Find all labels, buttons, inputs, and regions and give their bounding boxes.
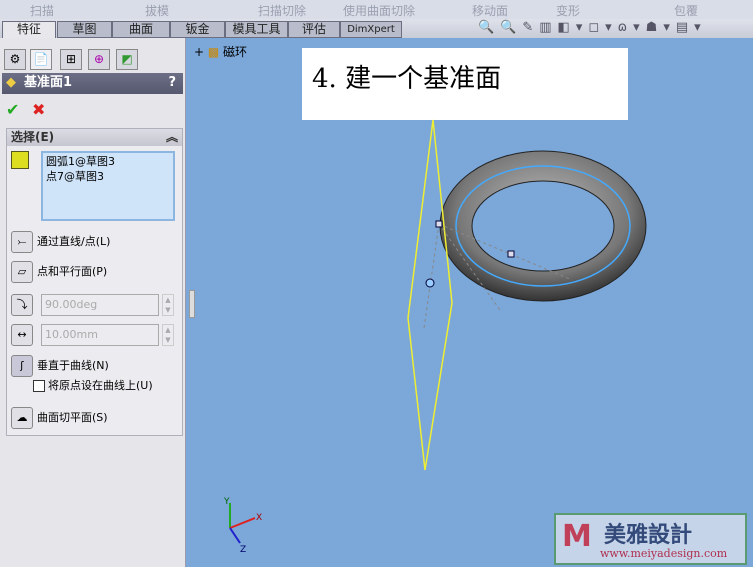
torus: [439, 150, 647, 302]
checkbox[interactable]: [33, 380, 45, 392]
triad: [229, 503, 256, 544]
option-label: 通过直线/点(L): [37, 235, 111, 248]
command-bar: 扫描 拔模 扫描切除 使用曲面切除 移动面 变形 包覆: [0, 0, 753, 19]
logo-mark: M: [562, 519, 592, 554]
angle-icon: ⤵: [11, 294, 33, 316]
collapse-icon[interactable]: ︽: [166, 129, 178, 145]
distance-icon: ↔: [11, 324, 33, 346]
arc-curve: [455, 165, 631, 287]
feature-tree-tab-icon[interactable]: ⚙: [4, 49, 26, 70]
surface-icon: ☁: [11, 407, 33, 429]
sweep-button[interactable]: 扫描: [30, 2, 54, 19]
x-axis-label: X: [256, 513, 262, 523]
distance-input[interactable]: 10.00mm: [41, 324, 159, 346]
option-label: 将原点设在曲线上(U): [48, 379, 153, 392]
sketch-point: [425, 278, 435, 288]
logo-url: www.meiyadesign.com: [600, 547, 728, 560]
panel-header: ◆ 基准面1 ?: [2, 73, 183, 94]
angle-spinner[interactable]: ▲ ▼: [162, 294, 174, 316]
sketch-point: [435, 220, 443, 228]
surface-cut-button[interactable]: 使用曲面切除: [343, 2, 415, 19]
angle-input[interactable]: 90.00deg: [41, 294, 159, 316]
move-face-button[interactable]: 移动面: [472, 2, 508, 19]
y-axis-label: Y: [223, 497, 230, 507]
section-title: 选择(E): [11, 130, 55, 144]
option-label: 点和平行面(P): [37, 265, 108, 278]
property-manager: ⚙ 📄 ⊞ ⊕ ◩ ◆ 基准面1 ? ✔ ✖ 选择(E) ︽ 圆弧1@草图3 点7…: [0, 38, 186, 567]
dimxpert-tab-icon[interactable]: ⊕: [88, 49, 110, 70]
option-label: 曲面切平面(S): [37, 411, 108, 424]
option-label: 垂直于曲线(N): [37, 359, 109, 372]
view-toolbar[interactable]: 🔍🔍✎▥◧▾◻▾ɷ▾☗▾▤▾: [478, 20, 707, 35]
page-title: 基准面1: [24, 75, 73, 90]
list-item[interactable]: 圆弧1@草图3: [46, 154, 170, 169]
normal-to-curve-option[interactable]: ʃ 垂直于曲线(N): [11, 355, 109, 377]
parallel-plane-option[interactable]: ▱ 点和平行面(P): [11, 261, 107, 283]
angle-option[interactable]: ⤵: [11, 294, 37, 316]
wrap-button[interactable]: 包覆: [674, 2, 698, 19]
line-point-icon: ⤚: [11, 231, 33, 253]
z-axis-label: Z: [240, 545, 246, 555]
tab-evaluate[interactable]: 评估: [288, 21, 340, 38]
distance-spinner[interactable]: ▲ ▼: [162, 324, 174, 346]
curve-icon: ʃ: [11, 355, 33, 377]
tangent-surface-option[interactable]: ☁ 曲面切平面(S): [11, 407, 108, 429]
origin-on-curve-checkbox[interactable]: 将原点设在曲线上(U): [33, 377, 153, 395]
model-view: Y X Z: [223, 119, 647, 555]
datum-plane: [407, 119, 453, 471]
plane-icon: ◆: [6, 75, 16, 90]
parallel-plane-icon: ▱: [11, 261, 33, 283]
cancel-button[interactable]: ✖: [32, 100, 45, 119]
distance-option[interactable]: ↔: [11, 324, 37, 346]
tab-sheet-metal[interactable]: 钣金: [170, 21, 225, 38]
help-button[interactable]: ?: [168, 73, 176, 93]
deform-button[interactable]: 变形: [556, 2, 580, 19]
command-manager-tabs: 特征 草图 曲面 钣金 模具工具 评估 DimXpert 🔍🔍✎▥◧▾◻▾ɷ▾☗…: [0, 19, 753, 38]
tab-mold-tools[interactable]: 模具工具: [225, 21, 288, 38]
tab-sketch[interactable]: 草图: [57, 21, 112, 38]
selection-list[interactable]: 圆弧1@草图3 点7@草图3: [41, 151, 175, 221]
tab-surface[interactable]: 曲面: [112, 21, 170, 38]
ok-button[interactable]: ✔: [6, 100, 19, 119]
tab-features[interactable]: 特征: [2, 21, 56, 38]
swept-cut-button[interactable]: 扫描切除: [258, 2, 306, 19]
selection-section: 选择(E) ︽ 圆弧1@草图3 点7@草图3 ⤚ 通过直线/点(L) ▱ 点和平行面(…: [6, 128, 183, 436]
display-tab-icon[interactable]: ◩: [116, 49, 138, 70]
config-tab-icon[interactable]: ⊞: [60, 49, 82, 70]
draft-button[interactable]: 拔模: [145, 2, 169, 19]
through-line-point-option[interactable]: ⤚ 通过直线/点(L): [11, 231, 110, 253]
graphics-area[interactable]: + ▩ 磁环 4. 建一个基准面 Y X Z M 美雅設計 www.meiyad…: [190, 38, 753, 567]
list-item[interactable]: 点7@草图3: [46, 169, 170, 184]
cube-icon: [11, 151, 29, 169]
logo-name: 美雅設計: [604, 523, 693, 548]
watermark-logo: M 美雅設計 www.meiyadesign.com: [554, 513, 747, 565]
property-tab-icon[interactable]: 📄: [30, 49, 52, 70]
sketch-point: [507, 250, 515, 258]
section-header[interactable]: 选择(E) ︽: [7, 129, 182, 146]
tab-dimxpert[interactable]: DimXpert: [340, 21, 402, 38]
